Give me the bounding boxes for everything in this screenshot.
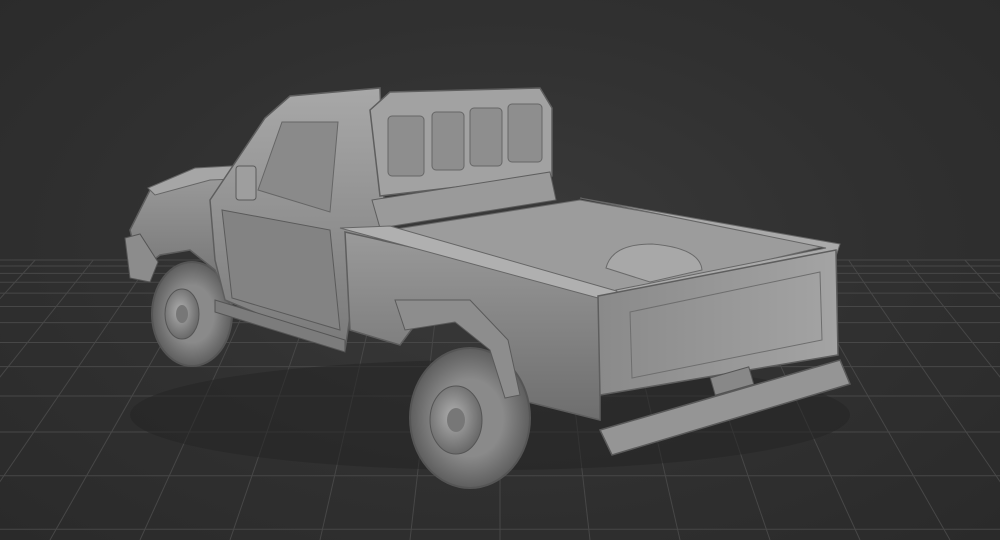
scene-canvas[interactable] [0, 0, 1000, 540]
3d-viewport[interactable] [0, 0, 1000, 540]
pickup-truck-model[interactable] [124, 87, 852, 489]
side-mirror [235, 165, 257, 201]
